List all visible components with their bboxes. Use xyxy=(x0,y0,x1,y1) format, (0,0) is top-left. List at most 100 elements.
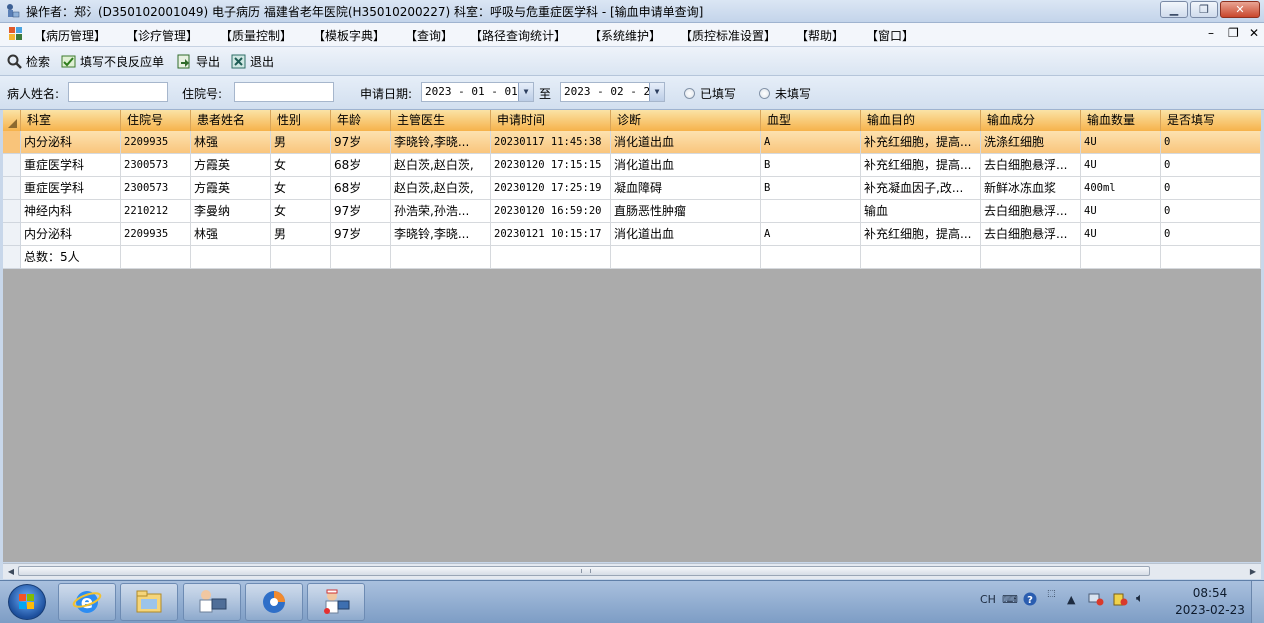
cell-dept[interactable]: 重症医学科 xyxy=(21,154,121,177)
action-center-icon[interactable] xyxy=(1112,592,1128,609)
exit-button[interactable]: 退出 xyxy=(231,53,274,70)
taskbar-ie[interactable]: e xyxy=(58,583,116,621)
cell-admission-no[interactable]: 2300573 xyxy=(121,177,191,200)
cell-diagnosis[interactable]: 消化道出血 xyxy=(611,131,761,154)
restore-button[interactable]: ❐ xyxy=(1190,1,1218,18)
adverse-reaction-button[interactable]: 填写不良反应单 xyxy=(61,53,164,70)
column-header-diagnosis[interactable]: 诊断 xyxy=(611,110,761,131)
cell-patient-name[interactable]: 李曼纳 xyxy=(191,200,271,223)
data-grid[interactable]: 科室 住院号 患者姓名 性别 年龄 主管医生 申请时间 诊断 血型 输血目的 输… xyxy=(3,110,1261,562)
cell-doctor[interactable]: 赵白茨,赵白茨, xyxy=(391,154,491,177)
cell-component[interactable]: 去白细胞悬浮... xyxy=(981,154,1081,177)
cell-apply-time[interactable]: 20230121 10:15:17 xyxy=(491,223,611,246)
cell-purpose[interactable]: 补充红细胞，提高... xyxy=(861,154,981,177)
scrollbar-thumb[interactable] xyxy=(18,566,1150,576)
keyboard-icon[interactable]: ⌨ xyxy=(1002,593,1018,606)
cell-age[interactable]: 68岁 xyxy=(331,154,391,177)
cell-dept[interactable]: 内分泌科 xyxy=(21,223,121,246)
menu-item-treatment[interactable]: 【诊疗管理】 xyxy=(126,27,198,44)
cell-apply-time[interactable]: 20230117 11:45:38 xyxy=(491,131,611,154)
cell-quantity[interactable]: 400ml xyxy=(1081,177,1161,200)
row-header[interactable] xyxy=(3,223,21,246)
row-header[interactable] xyxy=(3,131,21,154)
taskbar-emr-app[interactable] xyxy=(183,583,241,621)
cell-age[interactable]: 97岁 xyxy=(331,131,391,154)
cell-quantity[interactable]: 4U xyxy=(1081,154,1161,177)
cell-quantity[interactable]: 4U xyxy=(1081,131,1161,154)
cell-gender[interactable]: 男 xyxy=(271,223,331,246)
cell-doctor[interactable]: 李晓铃,李晓... xyxy=(391,223,491,246)
menu-item-system[interactable]: 【系统维护】 xyxy=(589,27,661,44)
taskbar-nurse-app[interactable] xyxy=(307,583,365,621)
language-indicator[interactable]: CH xyxy=(980,593,996,606)
cell-admission-no[interactable]: 2300573 xyxy=(121,154,191,177)
cell-component[interactable]: 洗涤红细胞 xyxy=(981,131,1081,154)
cell-filled[interactable]: 0 xyxy=(1161,177,1261,200)
cell-dept[interactable]: 内分泌科 xyxy=(21,131,121,154)
cell-dept[interactable]: 神经内科 xyxy=(21,200,121,223)
select-all-corner[interactable] xyxy=(3,110,21,131)
menu-item-templates[interactable]: 【模板字典】 xyxy=(313,27,385,44)
cell-blood-type[interactable]: B xyxy=(761,177,861,200)
help-icon[interactable]: ? xyxy=(1023,592,1037,609)
cell-filled[interactable]: 0 xyxy=(1161,223,1261,246)
cell-doctor[interactable]: 李晓铃,李晓... xyxy=(391,131,491,154)
column-header-age[interactable]: 年龄 xyxy=(331,110,391,131)
column-header-apply-time[interactable]: 申请时间 xyxy=(491,110,611,131)
scroll-left-icon[interactable]: ◀ xyxy=(5,566,17,577)
cell-purpose[interactable]: 输血 xyxy=(861,200,981,223)
cell-apply-time[interactable]: 20230120 17:15:15 xyxy=(491,154,611,177)
scroll-right-icon[interactable]: ▶ xyxy=(1247,566,1259,577)
mdi-minimize-icon[interactable]: – xyxy=(1208,26,1214,40)
menu-item-help[interactable]: 【帮助】 xyxy=(796,27,844,44)
show-desktop-button[interactable] xyxy=(1251,581,1264,623)
cell-component[interactable]: 新鲜冰冻血浆 xyxy=(981,177,1081,200)
ime-options-icon[interactable]: ⬚ xyxy=(1047,589,1056,599)
chevron-down-icon[interactable]: ▼ xyxy=(649,83,664,101)
chevron-down-icon[interactable]: ▼ xyxy=(518,83,533,101)
cell-diagnosis[interactable]: 直肠恶性肿瘤 xyxy=(611,200,761,223)
cell-component[interactable]: 去白细胞悬浮... xyxy=(981,223,1081,246)
cell-purpose[interactable]: 补充红细胞，提高... xyxy=(861,223,981,246)
column-header-filled[interactable]: 是否填写 xyxy=(1161,110,1261,131)
table-row[interactable]: 重症医学科 2300573 方霞英女 68岁 赵白茨,赵白茨, 20230120 17:1… xyxy=(3,154,1261,177)
cell-doctor[interactable]: 孙浩荣,孙浩... xyxy=(391,200,491,223)
cell-age[interactable]: 97岁 xyxy=(331,223,391,246)
cell-admission-no[interactable]: 2209935 xyxy=(121,223,191,246)
patient-name-input[interactable] xyxy=(68,82,168,102)
cell-gender[interactable]: 女 xyxy=(271,177,331,200)
column-header-admission-no[interactable]: 住院号 xyxy=(121,110,191,131)
minimize-button[interactable]: ▁ xyxy=(1160,1,1188,18)
cell-dept[interactable]: 重症医学科 xyxy=(21,177,121,200)
menu-item-qc-standards[interactable]: 【质控标准设置】 xyxy=(680,27,776,44)
cell-purpose[interactable]: 补充凝血因子,改... xyxy=(861,177,981,200)
cell-gender[interactable]: 女 xyxy=(271,154,331,177)
network-icon[interactable] xyxy=(1088,592,1104,609)
mdi-close-icon[interactable]: ✕ xyxy=(1249,26,1259,40)
cell-patient-name[interactable]: 林强 xyxy=(191,223,271,246)
menu-item-records[interactable]: 【病历管理】 xyxy=(34,27,106,44)
date-from-picker[interactable]: 2023 - 01 - 01 ▼ xyxy=(421,82,534,102)
column-header-dept[interactable]: 科室 xyxy=(21,110,121,131)
menu-item-window[interactable]: 【窗口】 xyxy=(866,27,914,44)
cell-purpose[interactable]: 补充红细胞，提高... xyxy=(861,131,981,154)
cell-age[interactable]: 97岁 xyxy=(331,200,391,223)
menu-item-quality[interactable]: 【质量控制】 xyxy=(220,27,292,44)
row-header[interactable] xyxy=(3,154,21,177)
row-header[interactable] xyxy=(3,200,21,223)
unfilled-radio[interactable]: 未填写 xyxy=(759,85,811,102)
cell-blood-type[interactable]: A xyxy=(761,223,861,246)
cell-quantity[interactable]: 4U xyxy=(1081,223,1161,246)
cell-apply-time[interactable]: 20230120 16:59:20 xyxy=(491,200,611,223)
column-header-gender[interactable]: 性别 xyxy=(271,110,331,131)
table-row[interactable]: 内分泌科 2209935 林强男 97岁 李晓铃,李晓... 20230121 10:15… xyxy=(3,223,1261,246)
show-hidden-icons-icon[interactable]: ▲ xyxy=(1067,593,1075,606)
search-button[interactable]: 检索 xyxy=(7,53,50,70)
cell-blood-type[interactable] xyxy=(761,200,861,223)
mdi-restore-icon[interactable]: ❐ xyxy=(1228,26,1239,40)
cell-filled[interactable]: 0 xyxy=(1161,154,1261,177)
column-header-component[interactable]: 输血成分 xyxy=(981,110,1081,131)
table-row[interactable]: 神经内科 2210212 李曼纳女 97岁 孙浩荣,孙浩... 20230120 16:5… xyxy=(3,200,1261,223)
menu-item-query[interactable]: 【查询】 xyxy=(405,27,453,44)
cell-patient-name[interactable]: 方霞英 xyxy=(191,177,271,200)
